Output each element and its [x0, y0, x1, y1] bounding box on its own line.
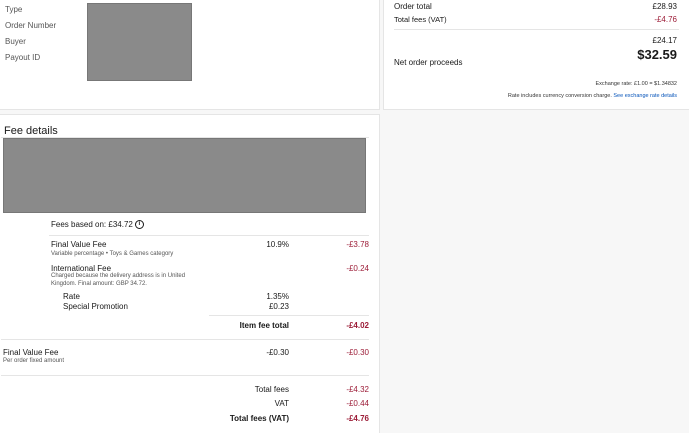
rate-label: Rate — [63, 292, 80, 301]
final-value-fee-amount: -£3.78 — [346, 240, 369, 249]
item-fee-total-label: Item fee total — [239, 321, 289, 330]
summary-divider — [394, 29, 679, 30]
subtotal-value: £24.17 — [652, 36, 677, 45]
exchange-rate-text: Exchange rate: £1.00 = $1.34832 — [595, 81, 678, 87]
fixed-fee-name: Final Value Fee — [3, 348, 59, 357]
vat-label: VAT — [274, 399, 289, 408]
international-fee-name: International Fee — [51, 264, 112, 273]
total-fees-vat-label: Total fees (VAT) — [394, 15, 447, 24]
fees-based-divider — [49, 235, 369, 236]
order-number-label: Order Number — [5, 21, 57, 30]
total-fees-vat-value: -£4.76 — [654, 15, 677, 24]
redacted-order-info — [87, 3, 192, 81]
total-fees-vat-value-bottom: -£4.76 — [346, 414, 369, 423]
special-promotion-label: Special Promotion — [63, 302, 128, 311]
item-fee-divider — [209, 315, 369, 316]
vat-value: -£0.44 — [346, 399, 369, 408]
rate-note: Rate includes currency conversion charge… — [508, 93, 677, 99]
final-value-fee-desc: Variable percentage • Toys & Games categ… — [51, 251, 174, 257]
total-fees-label: Total fees — [254, 385, 289, 394]
payout-id-label: Payout ID — [5, 53, 41, 62]
order-info-panel: Type Order Number Buyer Payout ID — [0, 0, 380, 110]
total-fees-value: -£4.32 — [346, 385, 369, 394]
fee-details-title: Fee details — [4, 125, 58, 137]
international-fee-desc-2: Kingdom. Final amount: GBP 34.72. — [51, 281, 147, 287]
final-value-fee-rate: 10.9% — [266, 240, 289, 249]
net-proceeds-value: $32.59 — [637, 47, 677, 62]
fees-based-on: Fees based on: £34.72 i — [51, 220, 144, 230]
fees-based-on-text: Fees based on: £34.72 — [51, 220, 133, 229]
rate-note-text: Rate includes currency conversion charge… — [507, 93, 612, 99]
net-proceeds-label: Net order proceeds — [394, 58, 463, 67]
order-total-label: Order total — [394, 2, 432, 11]
fixed-fee-amount: -£0.30 — [346, 348, 369, 357]
rate-value: 1.35% — [266, 292, 289, 301]
fixed-fee-divider — [1, 339, 369, 340]
international-fee-desc-1: Charged because the delivery address is … — [51, 273, 186, 279]
fee-details-panel: Fee details Fees based on: £34.72 i Final… — [0, 114, 380, 433]
fixed-fee-desc: Per order fixed amount — [3, 358, 65, 364]
exchange-rate-details-link[interactable]: See exchange rate details — [613, 93, 677, 99]
order-total-value: £28.93 — [652, 2, 677, 11]
totals-divider — [1, 375, 369, 376]
redacted-item-info — [3, 138, 366, 213]
final-value-fee-name: Final Value Fee — [51, 240, 107, 249]
total-fees-vat-label-bottom: Total fees (VAT) — [229, 414, 289, 423]
info-icon[interactable]: i — [134, 220, 144, 230]
order-summary-panel: Order total £28.93 Total fees (VAT) -£4.… — [383, 0, 689, 110]
fixed-fee-rate: -£0.30 — [266, 348, 289, 357]
item-fee-total-value: -£4.02 — [346, 321, 369, 330]
special-promotion-value: £0.23 — [268, 302, 289, 311]
international-fee-amount: -£0.24 — [346, 264, 369, 273]
buyer-label: Buyer — [5, 37, 26, 46]
type-label: Type — [5, 5, 23, 14]
